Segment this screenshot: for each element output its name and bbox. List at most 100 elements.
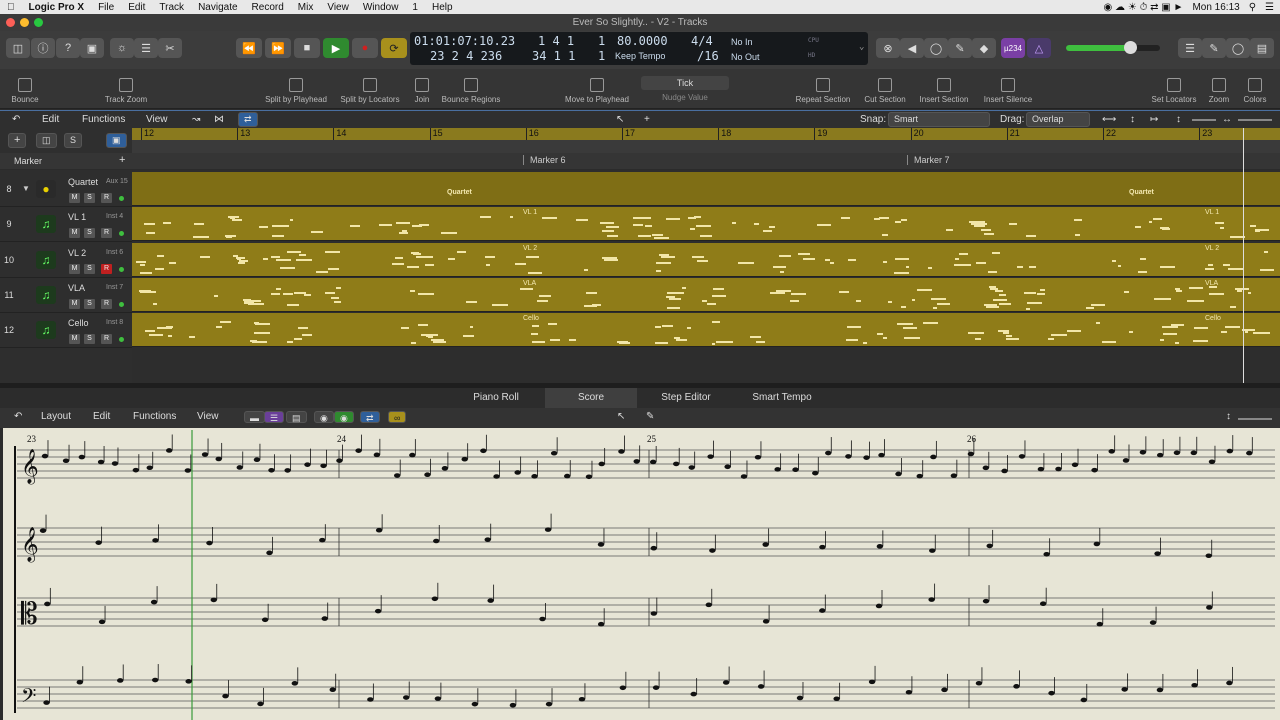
record-enable-button[interactable]: R bbox=[101, 193, 112, 203]
track-on-indicator[interactable] bbox=[119, 266, 124, 272]
track-name[interactable]: VL 1 bbox=[68, 212, 86, 222]
score-view-menu[interactable]: View bbox=[197, 411, 219, 422]
marker-6[interactable]: Marker 6 bbox=[523, 155, 566, 165]
waveform-zoom-icon[interactable]: ⟷ bbox=[1102, 114, 1116, 125]
nudge-value-control[interactable]: Tick Nudge Value bbox=[640, 69, 730, 109]
disclosure-triangle-icon[interactable]: ▼ bbox=[22, 184, 30, 193]
score-zoom-slider[interactable] bbox=[1238, 418, 1272, 420]
spotlight-icon[interactable]: ⚲ bbox=[1249, 2, 1256, 13]
ruler-bar-13[interactable]: 13 bbox=[237, 128, 333, 140]
fit-icon[interactable]: ↦ bbox=[1150, 114, 1158, 125]
marker-7[interactable]: Marker 7 bbox=[907, 155, 950, 165]
score-catch-button[interactable]: ⇄ bbox=[360, 411, 380, 423]
region-lane[interactable]: Quartet Quartet bbox=[132, 172, 1280, 206]
zoom-button[interactable]: Zoom bbox=[1206, 69, 1232, 109]
back-arrow-icon[interactable]: ↶ bbox=[12, 114, 20, 125]
tab-smart-tempo[interactable]: Smart Tempo bbox=[735, 388, 829, 408]
ruler-bar-20[interactable]: 20 bbox=[910, 128, 1007, 140]
track-zoom-button[interactable]: Track Zoom bbox=[100, 69, 152, 109]
music-note-icon[interactable]: ♫ bbox=[36, 250, 56, 269]
ruler-bar-12[interactable]: 12 bbox=[141, 128, 237, 140]
lcd-menu-chevron-icon[interactable]: ⌄ bbox=[859, 42, 864, 52]
timeline-ruler[interactable]: 12 13 14 15 16 17 18 19 20 21 22 23 bbox=[132, 128, 1280, 140]
ruler-bar-22[interactable]: 22 bbox=[1103, 128, 1199, 140]
split-by-locators-button[interactable]: Split by Locators bbox=[338, 69, 402, 109]
join-button[interactable]: Join bbox=[410, 69, 434, 109]
menu-help[interactable]: Help bbox=[425, 2, 460, 13]
play-button[interactable]: ▶ bbox=[323, 38, 349, 58]
record-enable-button[interactable]: R bbox=[101, 263, 112, 274]
track-header[interactable]: 12 ♫ Cello Inst 8 MSR bbox=[0, 313, 132, 349]
score-pencil-icon[interactable]: ✎ bbox=[646, 411, 654, 422]
clock[interactable]: Mon 16:13 bbox=[1192, 2, 1239, 13]
count-in-button[interactable]: ✎ bbox=[948, 38, 972, 58]
solo-button[interactable]: S bbox=[84, 334, 95, 345]
editors-button[interactable]: ✂ bbox=[158, 38, 182, 58]
score-zoom-icon[interactable]: ↕ bbox=[1226, 411, 1231, 422]
page-view-button[interactable]: ▬ bbox=[244, 411, 265, 423]
region-lane[interactable]: VL 1 VL 1 bbox=[132, 207, 1280, 242]
track-on-indicator[interactable] bbox=[119, 231, 124, 237]
solo-button[interactable]: S bbox=[84, 263, 95, 274]
flex-icon[interactable]: ⋈ bbox=[214, 114, 224, 125]
menu-navigate[interactable]: Navigate bbox=[191, 2, 244, 13]
drag-select[interactable]: Overlap bbox=[1026, 112, 1090, 127]
track-header[interactable]: 10 ♫ VL 2 Inst 6 MSR bbox=[0, 243, 132, 278]
width-slider-icon[interactable]: ↔ bbox=[1222, 114, 1232, 125]
record-enable-button[interactable]: R bbox=[101, 228, 112, 239]
toolbar-toggle-button[interactable]: ▣ bbox=[80, 38, 104, 58]
note-pad-button[interactable]: ✎ bbox=[1202, 38, 1226, 58]
ruler-lower-strip[interactable] bbox=[132, 140, 1280, 153]
ruler-bar-15[interactable]: 15 bbox=[429, 128, 526, 140]
tracks-view-menu[interactable]: View bbox=[146, 114, 168, 125]
bounce-button[interactable]: Bounce bbox=[6, 69, 44, 109]
mute-button[interactable]: M bbox=[69, 334, 80, 345]
replace-button[interactable]: ⊗ bbox=[876, 38, 900, 58]
track-name[interactable]: Cello bbox=[68, 318, 89, 328]
score-area[interactable]: 𝄞 𝄞 𝄡 𝄢 23 24 25 26 bbox=[3, 428, 1280, 720]
repeat-section-button[interactable]: Repeat Section bbox=[794, 69, 852, 109]
colors-button[interactable]: Colors bbox=[1240, 69, 1270, 109]
stop-button[interactable]: ■ bbox=[294, 38, 320, 58]
menu-edit[interactable]: Edit bbox=[121, 2, 152, 13]
ruler-bar-21[interactable]: 21 bbox=[1006, 128, 1103, 140]
score-edit-menu[interactable]: Edit bbox=[93, 411, 110, 422]
marker-track[interactable]: Marker + Marker 6 Marker 7 bbox=[0, 153, 1280, 169]
master-volume-slider[interactable] bbox=[1066, 41, 1160, 54]
menu-mix[interactable]: Mix bbox=[291, 2, 321, 13]
quick-help-button[interactable]: ? bbox=[56, 38, 80, 58]
minimize-window-button[interactable] bbox=[20, 18, 29, 27]
aux-meter-icon[interactable]: ● bbox=[36, 180, 56, 198]
record-enable-button[interactable]: R bbox=[101, 334, 112, 345]
rewind-button[interactable]: ⏪ bbox=[236, 38, 262, 58]
score-layout-menu[interactable]: Layout bbox=[41, 411, 71, 422]
nudge-value-select[interactable]: Tick bbox=[641, 76, 729, 90]
track-header[interactable]: 8 ▼ ● Quartet Aux 15 M S R bbox=[0, 172, 132, 207]
duplicate-track-button[interactable]: ◫ bbox=[36, 133, 57, 148]
solo-button[interactable]: S bbox=[84, 228, 95, 239]
list-editors-button[interactable]: ☰ bbox=[1178, 38, 1202, 58]
score-functions-menu[interactable]: Functions bbox=[133, 411, 176, 422]
score-pointer-icon[interactable]: ↖ bbox=[617, 411, 625, 422]
record-enable-button[interactable]: R bbox=[101, 298, 112, 309]
metronome-button[interactable]: ◯ bbox=[924, 38, 948, 58]
mute-button[interactable]: M bbox=[69, 298, 80, 309]
library-button[interactable]: ◫ bbox=[6, 38, 30, 58]
midi-out-button[interactable]: ◉ bbox=[334, 411, 354, 423]
menu-record[interactable]: Record bbox=[245, 2, 291, 13]
track-name[interactable]: VL 2 bbox=[68, 248, 86, 258]
score-link-button[interactable]: ∞ bbox=[388, 411, 407, 423]
notification-icon[interactable]: ☰ bbox=[1265, 2, 1274, 13]
music-note-icon[interactable]: ♫ bbox=[36, 215, 56, 234]
midi-in-button[interactable]: ◉ bbox=[314, 411, 334, 423]
ruler-bar-23[interactable]: 23 bbox=[1199, 128, 1280, 140]
apple-icon[interactable]:  bbox=[0, 2, 22, 13]
region-lane[interactable]: VLA VLA bbox=[132, 277, 1280, 312]
global-tracks-button[interactable]: ▣ bbox=[106, 133, 127, 148]
tempo-marker-icon[interactable]: △ bbox=[1027, 38, 1051, 58]
global-solo-button[interactable]: S bbox=[64, 133, 83, 148]
ruler-bar-17[interactable]: 17 bbox=[622, 128, 718, 140]
score-back-icon[interactable]: ↶ bbox=[14, 411, 22, 422]
solo-button[interactable]: ◀ bbox=[900, 38, 924, 58]
record-button[interactable]: ● bbox=[352, 38, 378, 58]
